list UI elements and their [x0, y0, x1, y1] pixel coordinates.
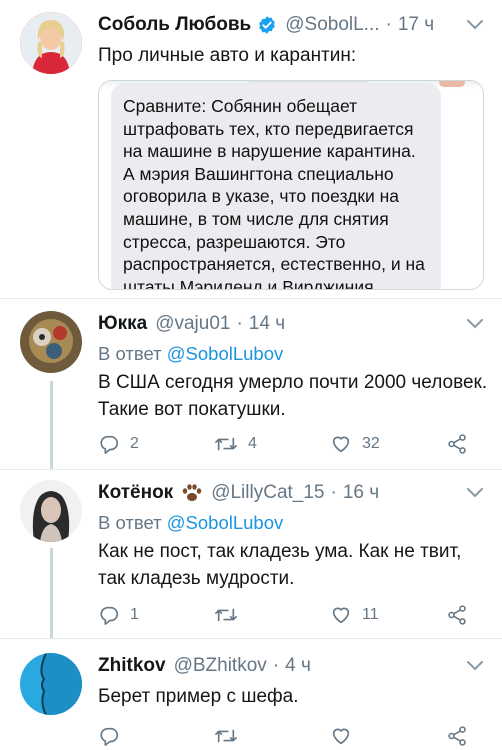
share-button[interactable]	[446, 604, 478, 626]
tweet-time[interactable]: 16 ч	[343, 482, 379, 504]
share-icon	[448, 434, 466, 454]
reply-to-link[interactable]: @SobolLubov	[167, 343, 284, 364]
tweet-actions: 2 4 32	[98, 429, 478, 459]
tweet-header: Соболь Любовь @SobolL... · 17 ч	[98, 12, 488, 38]
chevron-down-icon[interactable]	[464, 14, 486, 36]
tweet-time[interactable]: 14 ч	[249, 313, 285, 335]
chevron-down-icon[interactable]	[464, 482, 486, 504]
retweet-count: 4	[248, 435, 257, 452]
share-icon	[448, 726, 466, 746]
quoted-card: Сравните: Собянин обещает штрафовать тех…	[111, 83, 441, 290]
retweet-button[interactable]: 4	[214, 433, 324, 455]
thread-line	[50, 548, 53, 638]
tweet-time[interactable]: 17 ч	[398, 14, 434, 36]
avatar[interactable]	[20, 653, 82, 715]
reply-icon	[100, 727, 119, 746]
chevron-down-icon[interactable]	[464, 655, 486, 677]
author-name[interactable]: Котёнок	[98, 482, 173, 504]
like-button[interactable]: 11	[330, 604, 440, 626]
tweet-actions: 1 11	[98, 600, 478, 630]
avatar-image	[20, 653, 82, 715]
reply-button[interactable]: 1	[98, 604, 208, 626]
retweet-icon	[215, 437, 237, 451]
reply-count: 1	[130, 606, 139, 623]
reply-count: 2	[130, 435, 139, 452]
main-tweet[interactable]: Соболь Любовь @SobolL... · 17 ч Про личн…	[0, 0, 502, 298]
quoted-image[interactable]: Сравните: Собянин обещает штрафовать тех…	[98, 80, 484, 290]
heart-icon	[332, 607, 350, 624]
quote-chip	[439, 81, 465, 87]
tweet-header: Zhitkov @BZhitkov · 4 ч	[98, 653, 488, 679]
tweet-header: Юкка @vaju01 · 14 ч	[98, 311, 488, 337]
reply-to-link[interactable]: @SobolLubov	[167, 512, 284, 533]
reply-icon	[100, 606, 119, 625]
separator-dot: ·	[272, 655, 280, 676]
thread-line	[50, 381, 53, 469]
quoted-text: Сравните: Собянин обещает штрафовать тех…	[123, 96, 425, 290]
reply-context: В ответ @SobolLubov	[98, 512, 488, 534]
tweet-text: Как не пост, так кладезь ума. Как не тви…	[98, 541, 462, 589]
share-button[interactable]	[446, 725, 478, 747]
heart-icon	[332, 728, 350, 745]
reply-button[interactable]	[98, 725, 208, 747]
avatar-image	[20, 12, 82, 74]
retweet-icon	[215, 729, 237, 743]
author-handle[interactable]: @vaju01	[155, 313, 230, 335]
avatar-image	[20, 480, 82, 542]
tweet-text: Берет пример с шефа.	[98, 686, 299, 707]
reply-tweet[interactable]: Котёнок @LillyCat_15 · 16 ч В ответ @Sob…	[0, 470, 502, 638]
like-button[interactable]	[330, 725, 440, 747]
like-button[interactable]: 32	[330, 433, 440, 455]
share-button[interactable]	[446, 433, 478, 455]
reply-icon	[100, 435, 119, 454]
author-name[interactable]: Zhitkov	[98, 655, 166, 677]
heart-icon	[332, 436, 350, 453]
separator-dot: ·	[330, 482, 337, 503]
author-handle[interactable]: @LillyCat_15	[211, 482, 324, 504]
reply-prefix: В ответ	[98, 343, 162, 364]
retweet-button[interactable]	[214, 604, 324, 626]
verified-badge-icon	[257, 15, 277, 35]
retweet-icon	[215, 608, 237, 622]
tweet-text: В США сегодня умерло почти 2000 человек.…	[98, 372, 488, 420]
tweet-text: Про личные авто и карантин:	[98, 45, 357, 66]
retweet-button[interactable]	[214, 725, 324, 747]
chevron-down-icon[interactable]	[464, 313, 486, 335]
avatar[interactable]	[20, 311, 82, 373]
separator-dot: ·	[385, 14, 392, 35]
avatar[interactable]	[20, 480, 82, 542]
tweet-time[interactable]: 4 ч	[285, 655, 311, 677]
tweet-actions	[98, 721, 478, 750]
reply-tweet[interactable]: Юкка @vaju01 · 14 ч В ответ @SobolLubov …	[0, 299, 502, 469]
share-icon	[448, 605, 466, 625]
reply-prefix: В ответ	[98, 512, 162, 533]
separator-dot: ·	[236, 313, 243, 334]
reply-context: В ответ @SobolLubov	[98, 343, 488, 365]
tweet-header: Котёнок @LillyCat_15 · 16 ч	[98, 480, 488, 506]
author-handle[interactable]: @BZhitkov	[174, 655, 267, 677]
like-count: 32	[362, 435, 380, 452]
reply-button[interactable]: 2	[98, 433, 208, 455]
author-name[interactable]: Соболь Любовь	[98, 14, 251, 36]
avatar-image	[20, 311, 82, 373]
like-count: 11	[362, 606, 379, 623]
author-name[interactable]: Юкка	[98, 313, 147, 335]
reply-tweet[interactable]: Zhitkov @BZhitkov · 4 ч Берет пример с ш…	[0, 639, 502, 750]
paw-icon	[181, 483, 203, 503]
avatar[interactable]	[20, 12, 82, 74]
author-handle[interactable]: @SobolL...	[285, 14, 379, 36]
